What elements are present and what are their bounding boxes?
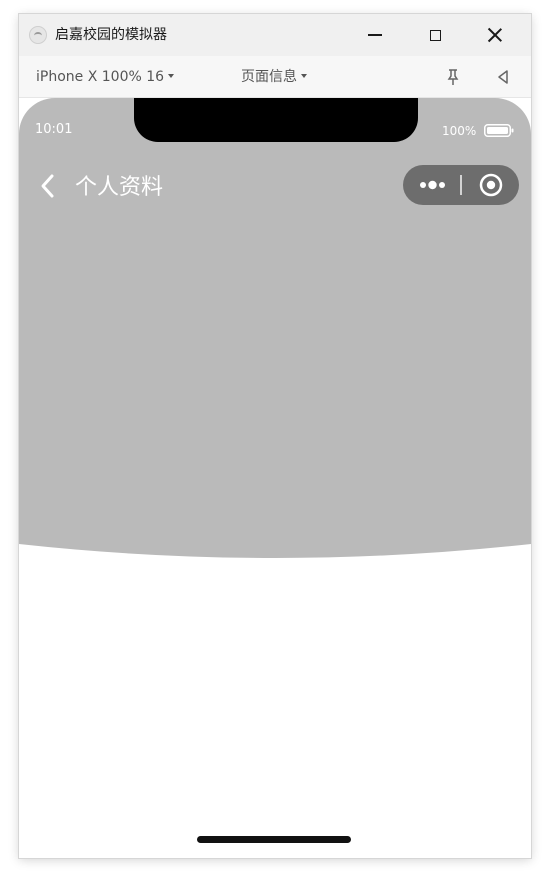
- close-icon: [487, 27, 503, 43]
- chevron-down-icon: [168, 74, 175, 78]
- device-selector-label: iPhone X 100% 16: [36, 69, 165, 85]
- maximize-icon: [429, 29, 441, 41]
- minimize-icon: [368, 34, 382, 36]
- window-title: 启嘉校园的模拟器: [55, 27, 167, 43]
- device-notch: [134, 98, 418, 142]
- simulator-window: 启嘉校园的模拟器 iPhone X 100% 16 页面信息 10:01 100…: [19, 14, 531, 858]
- battery-percentage: 100%: [442, 124, 477, 138]
- app-icon: [29, 26, 47, 44]
- phone-screen: 10:01 100% 个人资料: [19, 98, 531, 858]
- page-info-label: 页面信息: [241, 69, 297, 85]
- title-bar[interactable]: 启嘉校园的模拟器: [19, 14, 531, 56]
- status-time: 10:01: [35, 122, 73, 137]
- home-indicator[interactable]: [197, 836, 351, 843]
- page-info-selector[interactable]: 页面信息: [241, 68, 307, 86]
- more-dots-icon[interactable]: [403, 165, 460, 205]
- target-circle-icon[interactable]: [462, 165, 519, 205]
- close-button[interactable]: [465, 14, 525, 56]
- chevron-down-icon: [301, 74, 307, 78]
- mini-program-capsule: [403, 165, 519, 205]
- simulator-toolbar: iPhone X 100% 16 页面信息: [19, 56, 531, 98]
- chevron-left-icon[interactable]: [37, 172, 59, 200]
- device-selector[interactable]: iPhone X 100% 16: [36, 68, 175, 86]
- speaker-icon[interactable]: [493, 67, 513, 87]
- pin-icon[interactable]: [443, 67, 463, 87]
- page-title: 个人资料: [75, 175, 164, 200]
- battery-icon: [484, 124, 514, 137]
- minimize-button[interactable]: [345, 14, 405, 56]
- maximize-button[interactable]: [405, 14, 465, 56]
